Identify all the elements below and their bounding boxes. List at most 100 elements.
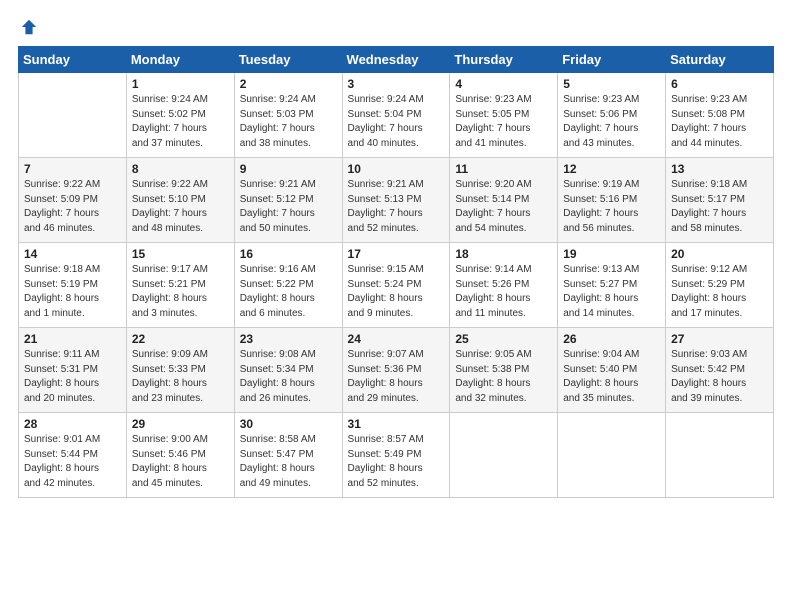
calendar-cell: 28 Sunrise: 9:01 AMSunset: 5:44 PMDayligh… — [19, 413, 127, 498]
calendar-cell: 5 Sunrise: 9:23 AMSunset: 5:06 PMDaylight… — [558, 73, 666, 158]
logo — [18, 18, 38, 36]
day-info: Sunrise: 9:17 AMSunset: 5:21 PMDaylight:… — [132, 263, 229, 321]
day-number: 17 — [348, 247, 445, 261]
header-wednesday: Wednesday — [342, 47, 450, 73]
logo-icon — [20, 18, 38, 36]
day-info: Sunrise: 9:08 AMSunset: 5:34 PMDaylight:… — [240, 348, 337, 406]
calendar-cell: 20 Sunrise: 9:12 AMSunset: 5:29 PMDayligh… — [666, 243, 774, 328]
header-sunday: Sunday — [19, 47, 127, 73]
day-info: Sunrise: 9:05 AMSunset: 5:38 PMDaylight:… — [455, 348, 552, 406]
day-number: 20 — [671, 247, 768, 261]
day-number: 7 — [24, 162, 121, 176]
calendar-cell: 18Sunrise: 9:14 AMSunset: 5:26 PMDayligh… — [450, 243, 558, 328]
header-row: SundayMondayTuesdayWednesdayThursdayFrid… — [19, 47, 774, 73]
day-number: 3 — [348, 77, 445, 91]
calendar-cell: 14Sunrise: 9:18 AMSunset: 5:19 PMDayligh… — [19, 243, 127, 328]
calendar-body: 1Sunrise: 9:24 AMSunset: 5:02 PMDaylight… — [19, 73, 774, 498]
day-info: Sunrise: 9:22 AMSunset: 5:10 PMDaylight:… — [132, 178, 229, 236]
week-row-1: 1Sunrise: 9:24 AMSunset: 5:02 PMDaylight… — [19, 73, 774, 158]
day-info: Sunrise: 9:13 AMSunset: 5:27 PMDaylight:… — [563, 263, 660, 321]
day-number: 28 — [24, 417, 121, 431]
calendar-cell: 8 Sunrise: 9:22 AMSunset: 5:10 PMDaylight… — [126, 158, 234, 243]
day-number: 13 — [671, 162, 768, 176]
calendar-cell: 31 Sunrise: 8:57 AMSunset: 5:49 PMDayligh… — [342, 413, 450, 498]
day-info: Sunrise: 9:03 AMSunset: 5:42 PMDaylight:… — [671, 348, 768, 406]
day-info: Sunrise: 9:14 AMSunset: 5:26 PMDaylight:… — [455, 263, 552, 321]
day-info: Sunrise: 9:19 AMSunset: 5:16 PMDaylight:… — [563, 178, 660, 236]
day-info: Sunrise: 9:23 AMSunset: 5:08 PMDaylight:… — [671, 93, 768, 151]
calendar-cell: 13 Sunrise: 9:18 AMSunset: 5:17 PMDayligh… — [666, 158, 774, 243]
header-friday: Friday — [558, 47, 666, 73]
calendar-cell: 25 Sunrise: 9:05 AMSunset: 5:38 PMDayligh… — [450, 328, 558, 413]
calendar-cell: 22 Sunrise: 9:09 AMSunset: 5:33 PMDayligh… — [126, 328, 234, 413]
day-number: 8 — [132, 162, 229, 176]
day-info: Sunrise: 8:57 AMSunset: 5:49 PMDaylight:… — [348, 433, 445, 491]
calendar-cell: 6 Sunrise: 9:23 AMSunset: 5:08 PMDaylight… — [666, 73, 774, 158]
day-number: 23 — [240, 332, 337, 346]
logo-text — [18, 18, 38, 36]
day-info: Sunrise: 9:18 AMSunset: 5:19 PMDaylight:… — [24, 263, 121, 321]
day-number: 12 — [563, 162, 660, 176]
calendar-cell — [450, 413, 558, 498]
day-info: Sunrise: 9:09 AMSunset: 5:33 PMDaylight:… — [132, 348, 229, 406]
day-number: 31 — [348, 417, 445, 431]
day-number: 27 — [671, 332, 768, 346]
day-info: Sunrise: 9:11 AMSunset: 5:31 PMDaylight:… — [24, 348, 121, 406]
day-number: 22 — [132, 332, 229, 346]
day-info: Sunrise: 9:21 AMSunset: 5:12 PMDaylight:… — [240, 178, 337, 236]
week-row-5: 28 Sunrise: 9:01 AMSunset: 5:44 PMDayligh… — [19, 413, 774, 498]
calendar-table: SundayMondayTuesdayWednesdayThursdayFrid… — [18, 46, 774, 498]
calendar-cell — [666, 413, 774, 498]
calendar-cell: 2 Sunrise: 9:24 AMSunset: 5:03 PMDaylight… — [234, 73, 342, 158]
calendar-cell: 30 Sunrise: 8:58 AMSunset: 5:47 PMDayligh… — [234, 413, 342, 498]
day-info: Sunrise: 9:12 AMSunset: 5:29 PMDaylight:… — [671, 263, 768, 321]
day-info: Sunrise: 9:22 AMSunset: 5:09 PMDaylight:… — [24, 178, 121, 236]
day-info: Sunrise: 9:24 AMSunset: 5:04 PMDaylight:… — [348, 93, 445, 151]
week-row-4: 21 Sunrise: 9:11 AMSunset: 5:31 PMDayligh… — [19, 328, 774, 413]
page: SundayMondayTuesdayWednesdayThursdayFrid… — [0, 0, 792, 612]
calendar-cell: 19Sunrise: 9:13 AMSunset: 5:27 PMDayligh… — [558, 243, 666, 328]
calendar-cell: 29 Sunrise: 9:00 AMSunset: 5:46 PMDayligh… — [126, 413, 234, 498]
day-info: Sunrise: 9:00 AMSunset: 5:46 PMDaylight:… — [132, 433, 229, 491]
calendar-cell: 3 Sunrise: 9:24 AMSunset: 5:04 PMDaylight… — [342, 73, 450, 158]
week-row-3: 14Sunrise: 9:18 AMSunset: 5:19 PMDayligh… — [19, 243, 774, 328]
calendar-cell: 11Sunrise: 9:20 AMSunset: 5:14 PMDayligh… — [450, 158, 558, 243]
day-number: 4 — [455, 77, 552, 91]
day-info: Sunrise: 9:18 AMSunset: 5:17 PMDaylight:… — [671, 178, 768, 236]
calendar-cell — [558, 413, 666, 498]
day-info: Sunrise: 9:15 AMSunset: 5:24 PMDaylight:… — [348, 263, 445, 321]
day-number: 21 — [24, 332, 121, 346]
day-info: Sunrise: 9:01 AMSunset: 5:44 PMDaylight:… — [24, 433, 121, 491]
day-info: Sunrise: 8:58 AMSunset: 5:47 PMDaylight:… — [240, 433, 337, 491]
calendar-cell: 16 Sunrise: 9:16 AMSunset: 5:22 PMDayligh… — [234, 243, 342, 328]
calendar-cell: 1Sunrise: 9:24 AMSunset: 5:02 PMDaylight… — [126, 73, 234, 158]
header-saturday: Saturday — [666, 47, 774, 73]
day-info: Sunrise: 9:24 AMSunset: 5:03 PMDaylight:… — [240, 93, 337, 151]
day-number: 30 — [240, 417, 337, 431]
calendar-cell — [19, 73, 127, 158]
calendar-cell: 23 Sunrise: 9:08 AMSunset: 5:34 PMDayligh… — [234, 328, 342, 413]
day-number: 16 — [240, 247, 337, 261]
day-number: 6 — [671, 77, 768, 91]
calendar-cell: 27 Sunrise: 9:03 AMSunset: 5:42 PMDayligh… — [666, 328, 774, 413]
day-number: 1 — [132, 77, 229, 91]
calendar-cell: 7 Sunrise: 9:22 AMSunset: 5:09 PMDaylight… — [19, 158, 127, 243]
day-info: Sunrise: 9:04 AMSunset: 5:40 PMDaylight:… — [563, 348, 660, 406]
calendar-cell: 10Sunrise: 9:21 AMSunset: 5:13 PMDayligh… — [342, 158, 450, 243]
day-info: Sunrise: 9:16 AMSunset: 5:22 PMDaylight:… — [240, 263, 337, 321]
day-number: 2 — [240, 77, 337, 91]
week-row-2: 7 Sunrise: 9:22 AMSunset: 5:09 PMDaylight… — [19, 158, 774, 243]
calendar-cell: 15 Sunrise: 9:17 AMSunset: 5:21 PMDayligh… — [126, 243, 234, 328]
calendar-cell: 24Sunrise: 9:07 AMSunset: 5:36 PMDayligh… — [342, 328, 450, 413]
day-number: 10 — [348, 162, 445, 176]
day-info: Sunrise: 9:23 AMSunset: 5:06 PMDaylight:… — [563, 93, 660, 151]
calendar-cell: 9Sunrise: 9:21 AMSunset: 5:12 PMDaylight… — [234, 158, 342, 243]
day-number: 11 — [455, 162, 552, 176]
day-number: 15 — [132, 247, 229, 261]
day-number: 29 — [132, 417, 229, 431]
header-tuesday: Tuesday — [234, 47, 342, 73]
calendar-cell: 4Sunrise: 9:23 AMSunset: 5:05 PMDaylight… — [450, 73, 558, 158]
day-number: 25 — [455, 332, 552, 346]
header — [18, 18, 774, 36]
day-number: 5 — [563, 77, 660, 91]
